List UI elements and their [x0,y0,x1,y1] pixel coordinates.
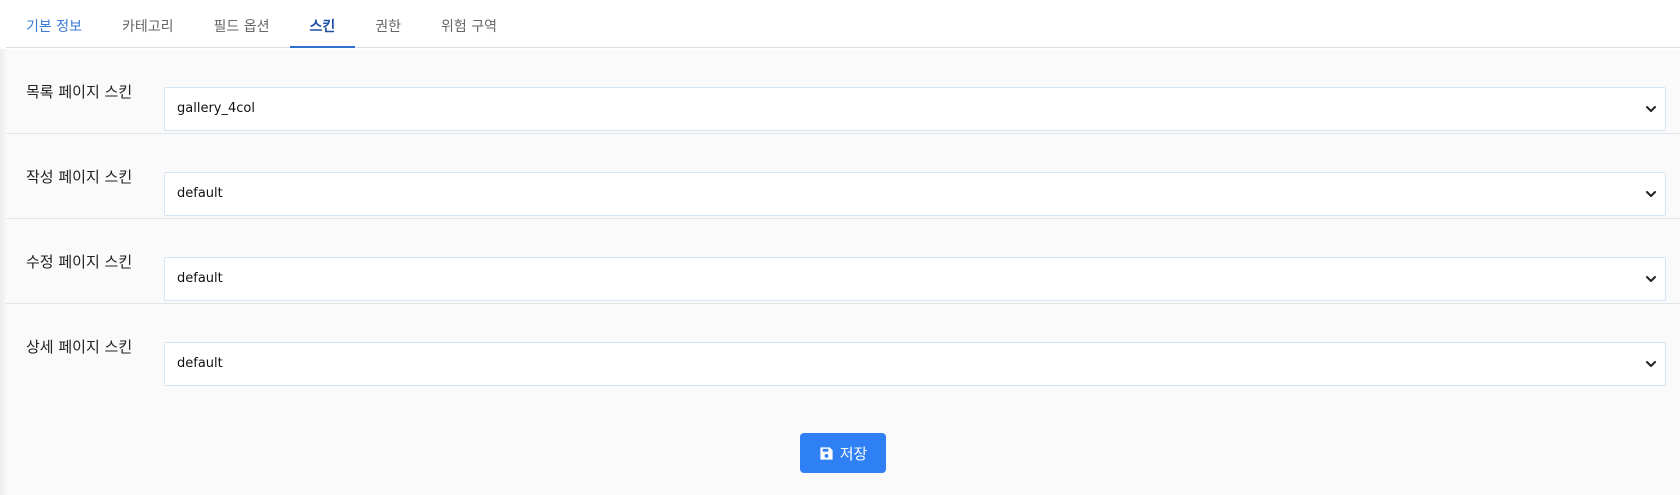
detail-skin-label: 상세 페이지 스킨 [26,338,133,356]
board-settings-page: 기본 정보 카테고리 필드 옵션 스킨 권한 위험 구역 목록 페이지 스킨 g… [0,0,1680,495]
write-skin-select[interactable]: default [164,172,1666,216]
list-skin-select[interactable]: gallery_4col [164,87,1666,131]
tab-category[interactable]: 카테고리 [102,0,194,48]
tab-danger-zone[interactable]: 위험 구역 [421,0,517,48]
form-row-list-skin: 목록 페이지 스킨 gallery_4col [6,49,1680,134]
write-skin-value: default [177,186,223,201]
form-row-edit-skin: 수정 페이지 스킨 default [6,219,1680,304]
write-skin-label: 작성 페이지 스킨 [26,167,133,186]
save-button[interactable]: 저장 [800,433,886,473]
edit-skin-label: 수정 페이지 스킨 [26,252,133,271]
detail-skin-value: default [177,356,223,371]
list-skin-value: gallery_4col [177,101,255,116]
edit-skin-value: default [177,271,223,286]
skin-settings-form: 목록 페이지 스킨 gallery_4col 작성 페이지 스킨 default… [6,49,1680,495]
save-button-label: 저장 [839,444,868,463]
chevron-down-icon [1646,361,1656,367]
tab-skin[interactable]: 스킨 [289,0,356,48]
list-skin-label: 목록 페이지 스킨 [26,82,133,101]
chevron-down-icon [1646,276,1656,282]
detail-skin-select[interactable]: default [164,342,1666,386]
form-row-write-skin: 작성 페이지 스킨 default [6,134,1680,219]
chevron-down-icon [1646,106,1656,112]
form-row-detail-skin: 상세 페이지 스킨 default [6,304,1680,389]
tab-permissions[interactable]: 권한 [355,0,421,48]
edit-skin-select[interactable]: default [164,257,1666,301]
save-icon [820,446,833,460]
chevron-down-icon [1646,191,1656,197]
tab-basic-info[interactable]: 기본 정보 [6,0,102,48]
settings-tabs: 기본 정보 카테고리 필드 옵션 스킨 권한 위험 구역 [6,0,1680,48]
tab-field-options[interactable]: 필드 옵션 [194,0,290,48]
